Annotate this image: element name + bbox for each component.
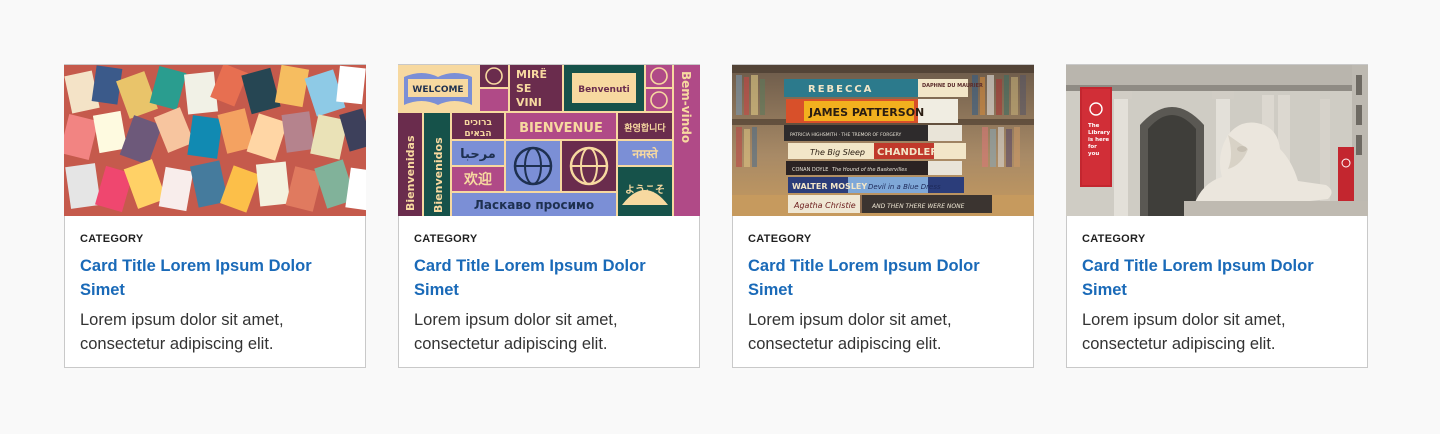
word-arabic: مرحبا xyxy=(460,147,496,162)
spine-james-patterson: JAMES PATTERSON xyxy=(808,106,924,119)
card-4[interactable]: The Library is here for you CATEGORY Car… xyxy=(1066,64,1368,368)
banner-line-5: you xyxy=(1088,151,1099,157)
card-4-category: CATEGORY xyxy=(1082,233,1146,245)
card-1[interactable]: CATEGORY Card Title Lorem Ipsum Dolor Si… xyxy=(64,64,366,368)
card-3-category: CATEGORY xyxy=(748,233,812,245)
spine-big-sleep: The Big Sleep xyxy=(810,148,865,157)
spine-hound: The Hound of the Baskervilles xyxy=(832,167,907,173)
spine-walter-mosley: WALTER MOSLEY xyxy=(792,182,867,191)
spine-rebecca: REBECCA xyxy=(808,84,873,95)
banner-line-3: is here xyxy=(1088,137,1109,143)
word-japanese: ようこそ xyxy=(625,184,665,196)
word-benvenuti: Benvenuti xyxy=(578,85,630,95)
word-bienvenidas: Bienvenidas xyxy=(404,135,417,211)
word-chinese: 欢迎 xyxy=(463,171,492,188)
card-3[interactable]: REBECCA DAPHNE DU MAURIER JAMES PATTERSO… xyxy=(732,64,1034,368)
card-1-title[interactable]: Card Title Lorem Ipsum Dolor Simet xyxy=(80,254,350,302)
card-2-description: Lorem ipsum dolor sit amet, consectetur … xyxy=(414,311,618,353)
card-2[interactable]: WELCOME MIRË SE VINI Benvenuti Bem-vindo xyxy=(398,64,700,368)
word-ukrainian: Ласкаво просимо xyxy=(474,198,594,212)
spine-du-maurier: DAPHNE DU MAURIER xyxy=(922,83,983,89)
card-4-description: Lorem ipsum dolor sit amet, consectetur … xyxy=(1082,311,1286,353)
card-3-image-book-stack: REBECCA DAPHNE DU MAURIER JAMES PATTERSO… xyxy=(732,65,1034,216)
banner-line-4: for xyxy=(1088,144,1097,150)
word-se: SE xyxy=(516,82,531,95)
word-korean: 환영합니다 xyxy=(624,122,666,134)
spine-devil-blue-dress: Devil in a Blue Dress xyxy=(868,183,941,191)
word-bem-vindo: Bem-vindo xyxy=(679,71,693,143)
card-3-description: Lorem ipsum dolor sit amet, consectetur … xyxy=(748,311,952,353)
spine-agatha-christie: Agatha Christie xyxy=(793,201,856,210)
banner-line-1: The xyxy=(1088,123,1100,129)
card-2-title[interactable]: Card Title Lorem Ipsum Dolor Simet xyxy=(414,254,684,302)
word-hebrew-1: ברוכים xyxy=(464,118,493,128)
card-grid: CATEGORY Card Title Lorem Ipsum Dolor Si… xyxy=(64,64,1368,368)
card-4-title[interactable]: Card Title Lorem Ipsum Dolor Simet xyxy=(1082,254,1352,302)
word-mire: MIRË xyxy=(516,67,547,81)
word-welcome: WELCOME xyxy=(412,85,463,95)
spine-and-then: AND THEN THERE WERE NONE xyxy=(871,203,965,210)
card-4-image-library-lion: The Library is here for you xyxy=(1066,65,1368,216)
card-1-category: CATEGORY xyxy=(80,233,144,245)
word-vini: VINI xyxy=(516,96,542,109)
card-3-title[interactable]: Card Title Lorem Ipsum Dolor Simet xyxy=(748,254,1018,302)
word-bienvenue: BIENVENUE xyxy=(519,121,603,136)
banner-line-2: Library xyxy=(1088,130,1110,136)
word-bienvenidos: Bienvenidos xyxy=(432,137,445,213)
card-1-image-book-pile xyxy=(64,65,366,216)
spine-chandler: CHANDLER xyxy=(877,147,938,158)
word-hindi: नमस्ते xyxy=(631,147,659,161)
card-2-image-welcome-languages: WELCOME MIRË SE VINI Benvenuti Bem-vindo xyxy=(398,65,700,216)
spine-highsmith: PATRICIA HIGHSMITH · THE TREMOR OF FORGE… xyxy=(790,132,902,138)
spine-conan-doyle: CONAN DOYLE xyxy=(792,167,828,173)
card-2-category: CATEGORY xyxy=(414,233,478,245)
card-1-description: Lorem ipsum dolor sit amet, consectetur … xyxy=(80,311,284,353)
word-hebrew-2: הבאים xyxy=(464,129,491,139)
